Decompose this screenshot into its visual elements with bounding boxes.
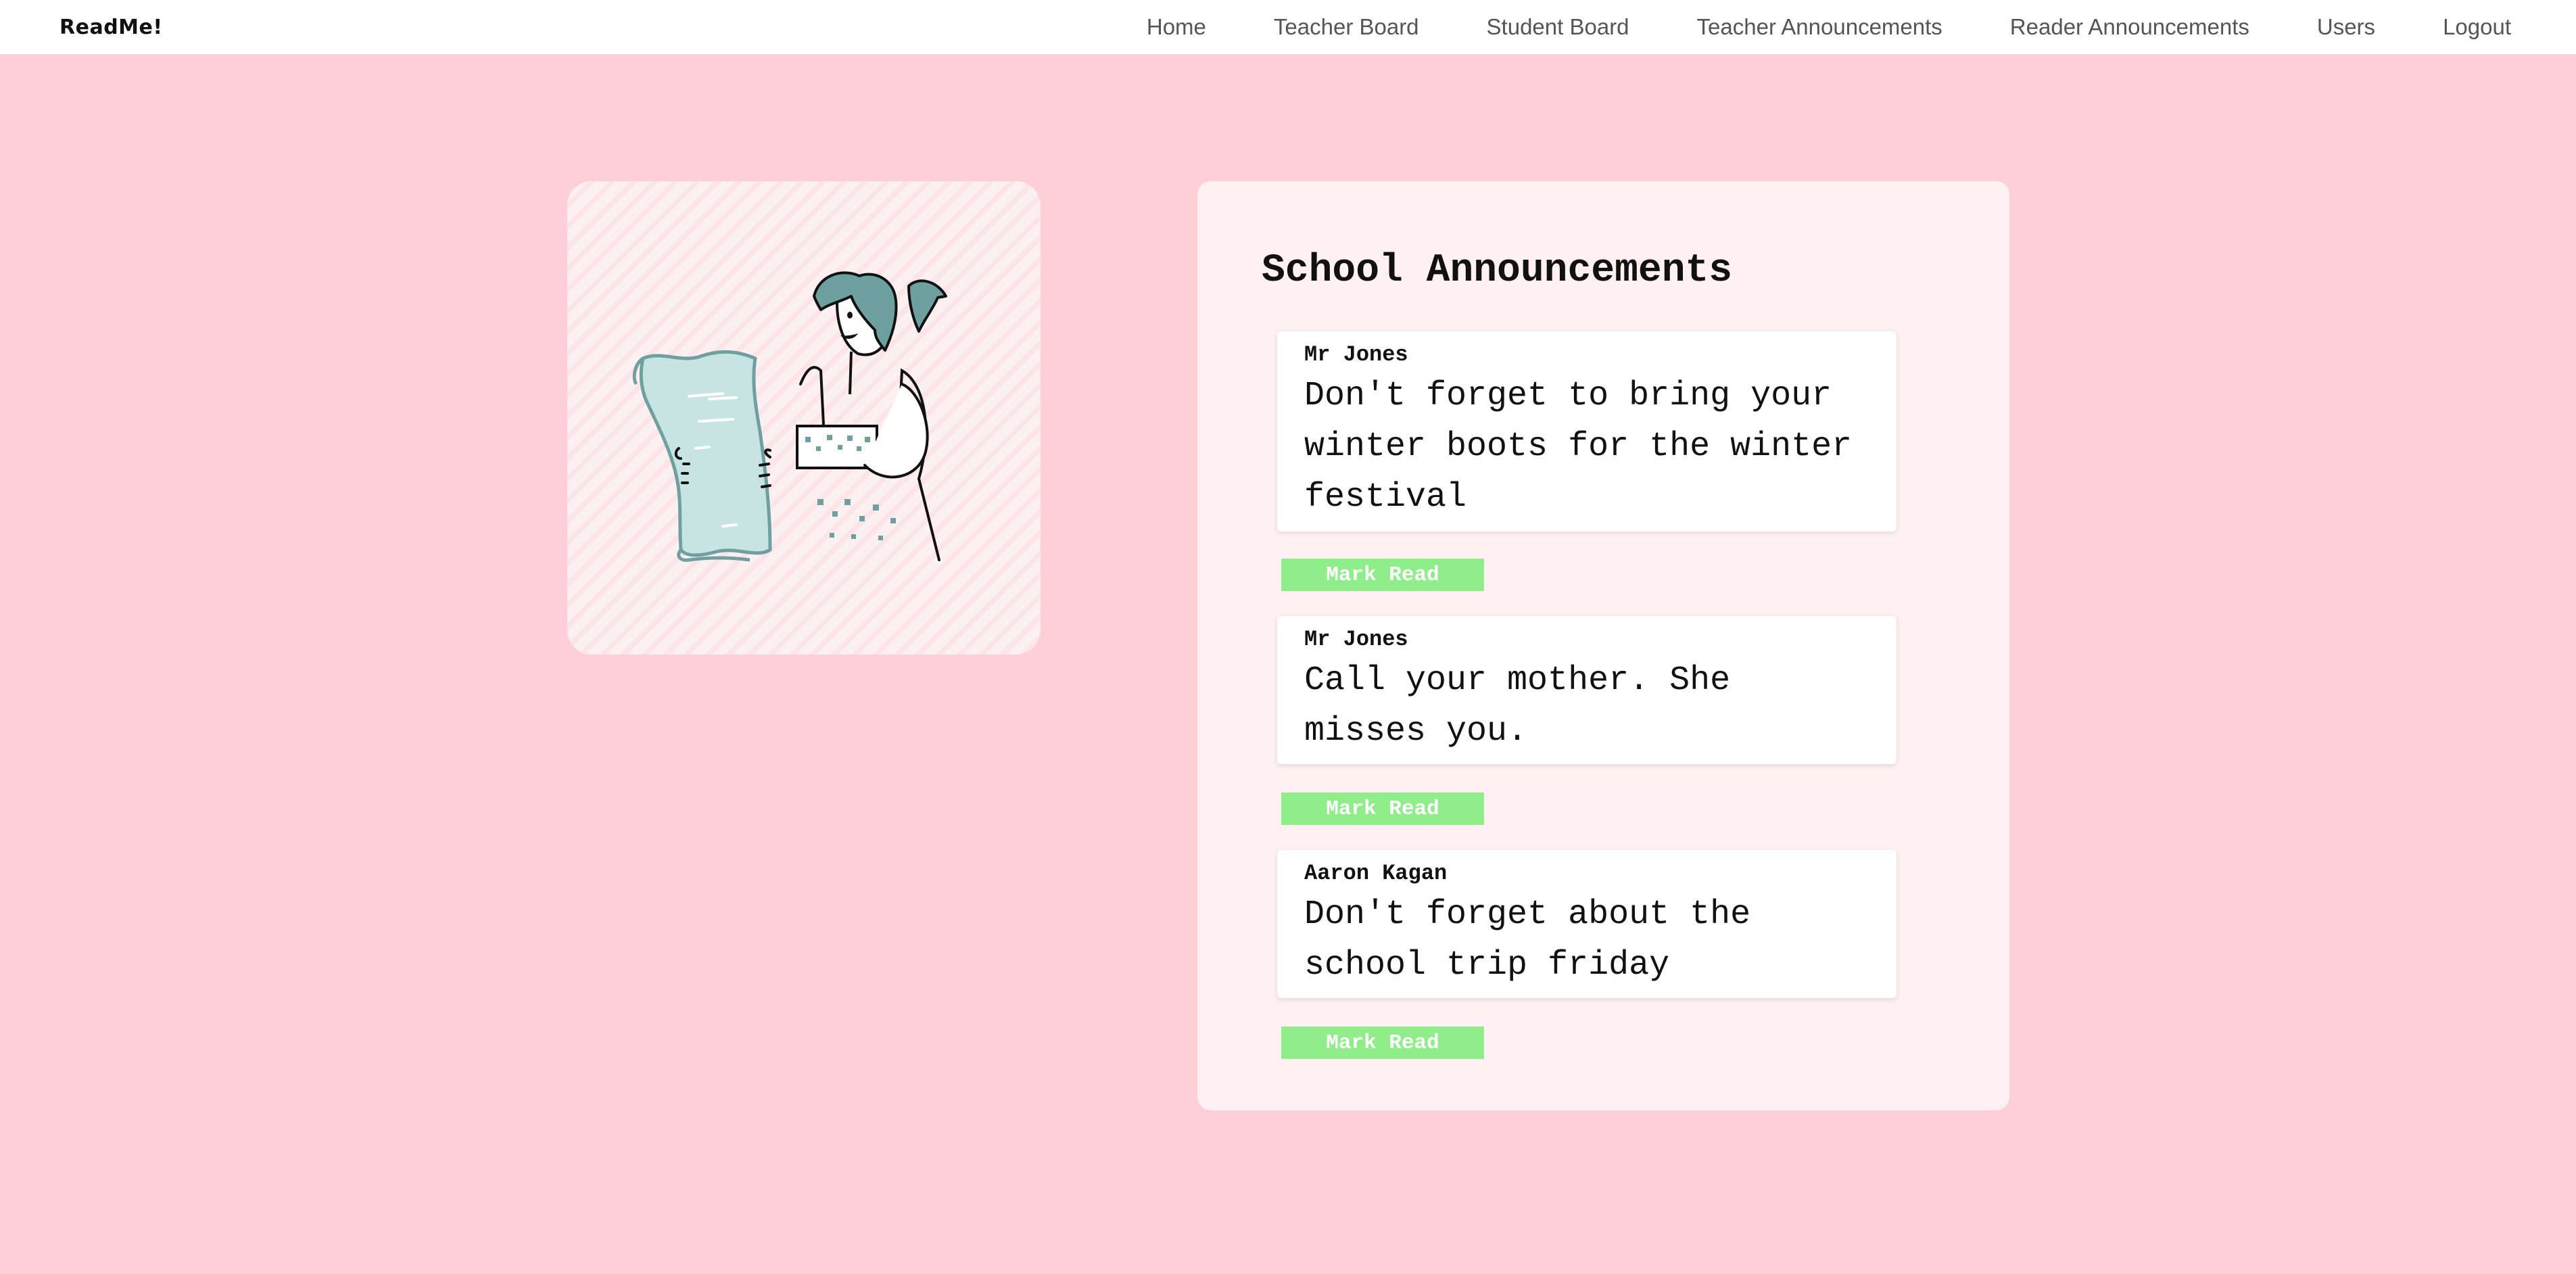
mark-read-button[interactable]: Mark Read	[1281, 1027, 1484, 1059]
mark-read-button[interactable]: Mark Read	[1281, 793, 1484, 825]
nav-links: Home Teacher Board Student Board Teacher…	[1079, 14, 2511, 40]
announcement-message: Don't forget to bring your winter boots …	[1304, 377, 1853, 517]
girl-reading-scroll-illustration	[632, 271, 947, 562]
nav-teacher-announcements[interactable]: Teacher Announcements	[1697, 14, 1942, 40]
announcement-card: Mr Jones Don't forget to bring your wint…	[1277, 331, 1897, 532]
announcement-author: Mr Jones	[1304, 627, 1408, 652]
top-navbar: ReadMe! Home Teacher Board Student Board…	[0, 0, 2576, 54]
nav-teacher-board[interactable]: Teacher Board	[1274, 14, 1419, 40]
nav-reader-announcements[interactable]: Reader Announcements	[2010, 14, 2249, 40]
nav-logout[interactable]: Logout	[2443, 14, 2511, 40]
announcement-message: Don't forget about the school trip frida…	[1304, 895, 1751, 985]
mark-read-button[interactable]: Mark Read	[1281, 559, 1484, 591]
brand-logo[interactable]: ReadMe!	[59, 16, 163, 39]
page-title: School Announcements	[1262, 249, 1733, 293]
illustration-card	[567, 181, 1041, 655]
nav-student-board[interactable]: Student Board	[1487, 14, 1629, 40]
announcement-message: Call your mother. She misses you.	[1304, 661, 1731, 751]
nav-home[interactable]: Home	[1147, 14, 1206, 40]
nav-users[interactable]: Users	[2317, 14, 2375, 40]
announcement-author: Aaron Kagan	[1304, 861, 1448, 886]
announcement-card: Aaron Kagan Don't forget about the schoo…	[1277, 850, 1897, 998]
announcement-author: Mr Jones	[1304, 342, 1408, 367]
announcements-panel: School Announcements Mr Jones Don't forg…	[1197, 181, 2009, 1110]
announcement-card: Mr Jones Call your mother. She misses yo…	[1277, 616, 1897, 764]
